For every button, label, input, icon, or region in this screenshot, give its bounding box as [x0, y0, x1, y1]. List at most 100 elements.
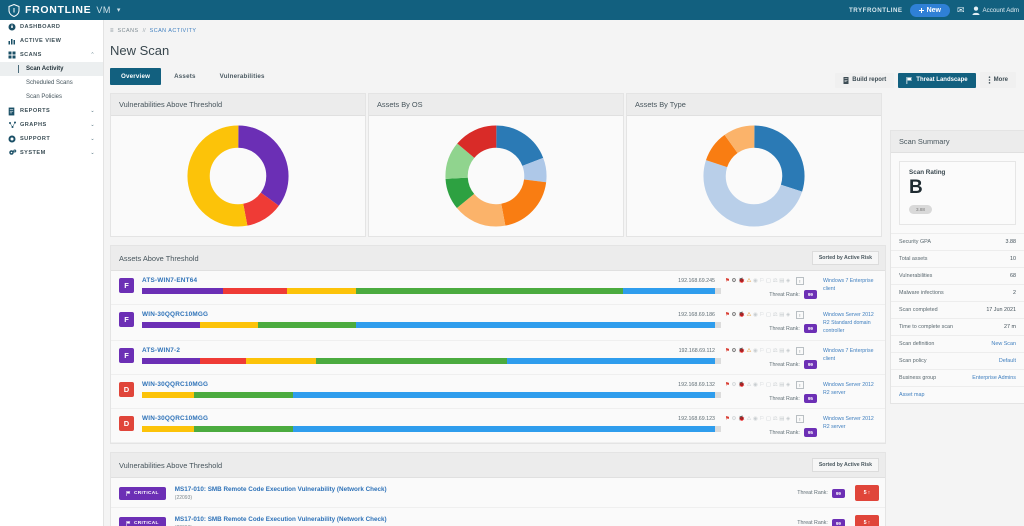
status-icon[interactable]: ◈ — [786, 278, 790, 284]
vulns-sort-button[interactable]: Sorted by Active Risk — [812, 458, 879, 472]
status-icon[interactable]: ◉ — [753, 416, 758, 422]
details-icon[interactable]: ! — [796, 381, 804, 389]
status-icon[interactable]: ▤ — [779, 416, 784, 422]
menu-icon[interactable]: ≡ — [110, 28, 114, 34]
vuln-count-trend[interactable]: 5↑ — [855, 485, 879, 501]
details-icon[interactable]: ! — [796, 277, 804, 285]
status-icon[interactable]: ▢ — [766, 278, 771, 284]
details-icon[interactable]: ! — [796, 415, 804, 423]
status-icon[interactable]: ⚖ — [773, 312, 778, 318]
chevron-down-icon[interactable]: ▾ — [117, 6, 121, 14]
brand-logo[interactable]: FRONTLINE VM ▾ — [0, 4, 120, 17]
summary-row-value[interactable]: Enterprise Admins — [972, 375, 1016, 381]
breadcrumb-root[interactable]: SCANS — [118, 28, 139, 34]
status-icon[interactable]: 🐞 — [738, 382, 745, 388]
account-menu[interactable]: Account Adm — [972, 6, 1019, 15]
asset-name-link[interactable]: ATS-WIN7-ENT64 — [142, 277, 197, 284]
sidebar-item-dashboard[interactable]: DASHBOARD — [0, 20, 103, 34]
table-row[interactable]: CRITICALMS17-010: SMB Remote Code Execut… — [111, 508, 885, 526]
breadcrumb-current[interactable]: SCAN ACTIVITY — [150, 28, 197, 34]
status-icon[interactable]: 🐞 — [738, 278, 745, 284]
status-icon[interactable]: ⚙ — [732, 312, 737, 318]
asset-name-link[interactable]: WIN-30QQRC10MGG — [142, 311, 208, 318]
status-icon[interactable]: ◈ — [786, 416, 790, 422]
status-icon[interactable]: ⚠ — [747, 382, 752, 388]
status-icon[interactable]: 🐞 — [738, 416, 745, 422]
summary-row-value[interactable]: New Scan — [991, 341, 1016, 347]
sidebar-item-scheduled-scans[interactable]: Scheduled Scans — [0, 76, 103, 90]
asset-os[interactable]: Windows 7 Enterprise client — [817, 277, 879, 299]
more-button[interactable]: More — [980, 72, 1016, 88]
asset-os[interactable]: Windows Server 2012 R2 server — [817, 381, 879, 403]
sidebar-item-active-view[interactable]: ACTIVE VIEW — [0, 34, 103, 48]
status-icon[interactable]: ⚑ — [725, 416, 730, 422]
status-icon[interactable]: ⚙ — [732, 382, 737, 388]
status-icon[interactable]: ⚖ — [773, 278, 778, 284]
status-icon[interactable]: ◉ — [753, 312, 758, 318]
status-icon[interactable]: ◉ — [753, 382, 758, 388]
tab-overview[interactable]: Overview — [110, 68, 161, 85]
sidebar-item-scan-policies[interactable]: Scan Policies — [0, 90, 103, 104]
status-icon[interactable]: ◈ — [786, 348, 790, 354]
table-row[interactable]: FATS-WIN7-ENT64192.168.69.245⚑⚙🐞⚠◉⚐▢⚖▤◈!… — [111, 271, 885, 305]
asset-os[interactable]: Windows 7 Enterprise client — [817, 347, 879, 369]
status-icon[interactable]: ◈ — [786, 312, 790, 318]
status-icon[interactable]: ⚐ — [759, 348, 764, 354]
asset-name-link[interactable]: ATS-WIN7-2 — [142, 347, 180, 354]
new-button[interactable]: New — [910, 4, 950, 17]
table-row[interactable]: CRITICALMS17-010: SMB Remote Code Execut… — [111, 478, 885, 508]
status-icon[interactable]: ▤ — [779, 348, 784, 354]
asset-name-link[interactable]: WIN-30QQRC10MGG — [142, 381, 208, 388]
status-icon[interactable]: ⚐ — [759, 312, 764, 318]
asset-map-link[interactable]: Asset map — [891, 386, 1024, 403]
table-row[interactable]: DWIN-30QQRC10MGG192.168.69.123⚑⚙🐞⚠◉⚐▢⚖▤◈… — [111, 409, 885, 443]
status-icon[interactable]: ⚠ — [747, 312, 752, 318]
status-icon[interactable]: ▤ — [779, 312, 784, 318]
status-icon[interactable]: 🐞 — [738, 348, 745, 354]
asset-os[interactable]: Windows Server 2012 R2 Standard domain c… — [817, 311, 879, 335]
tab-assets[interactable]: Assets — [163, 68, 207, 85]
status-icon[interactable]: ⚑ — [725, 348, 730, 354]
status-icon[interactable]: ⚖ — [773, 382, 778, 388]
assets-sort-button[interactable]: Sorted by Active Risk — [812, 251, 879, 265]
status-icon[interactable]: ⚙ — [732, 348, 737, 354]
status-icon[interactable]: ▤ — [779, 382, 784, 388]
status-icon[interactable]: ▢ — [766, 416, 771, 422]
sidebar-item-system[interactable]: SYSTEM ⌄ — [0, 146, 103, 160]
sidebar-item-scan-activity[interactable]: Scan Activity — [0, 62, 103, 76]
sidebar-item-reports[interactable]: REPORTS ⌄ — [0, 104, 103, 118]
status-icon[interactable]: 🐞 — [738, 312, 745, 318]
table-row[interactable]: DWIN-30QQRC10MGG192.168.69.132⚑⚙🐞⚠◉⚐▢⚖▤◈… — [111, 375, 885, 409]
vuln-name-link[interactable]: MS17-010: SMB Remote Code Execution Vuln… — [175, 486, 797, 493]
vuln-name-link[interactable]: MS17-010: SMB Remote Code Execution Vuln… — [175, 516, 797, 523]
tab-vulnerabilities[interactable]: Vulnerabilities — [209, 68, 276, 85]
status-icon[interactable]: ◉ — [753, 348, 758, 354]
table-row[interactable]: FATS-WIN7-2192.168.69.112⚑⚙🐞⚠◉⚐▢⚖▤◈!Thre… — [111, 341, 885, 375]
sidebar-item-scans[interactable]: SCANS ⌃ — [0, 48, 103, 62]
status-icon[interactable]: ◉ — [753, 278, 758, 284]
details-icon[interactable]: ! — [796, 311, 804, 319]
status-icon[interactable]: ⚐ — [759, 416, 764, 422]
status-icon[interactable]: ⚖ — [773, 348, 778, 354]
status-icon[interactable]: ⚐ — [759, 382, 764, 388]
details-icon[interactable]: ! — [796, 347, 804, 355]
status-icon[interactable]: ⚖ — [773, 416, 778, 422]
status-icon[interactable]: ⚑ — [725, 278, 730, 284]
table-row[interactable]: FWIN-30QQRC10MGG192.168.69.186⚑⚙🐞⚠◉⚐▢⚖▤◈… — [111, 305, 885, 341]
status-icon[interactable]: ⚐ — [759, 278, 764, 284]
sidebar-item-graphs[interactable]: GRAPHS ⌄ — [0, 118, 103, 132]
status-icon[interactable]: ◈ — [786, 382, 790, 388]
threat-landscape-button[interactable]: Threat Landscape — [898, 73, 975, 88]
vuln-count-trend[interactable]: 5↑ — [855, 515, 879, 526]
status-icon[interactable]: ▢ — [766, 348, 771, 354]
status-icon[interactable]: ⚠ — [747, 278, 752, 284]
sidebar-item-support[interactable]: SUPPORT ⌄ — [0, 132, 103, 146]
status-icon[interactable]: ⚑ — [725, 312, 730, 318]
status-icon[interactable]: ⚠ — [747, 416, 752, 422]
asset-name-link[interactable]: WIN-30QQRC10MGG — [142, 415, 208, 422]
status-icon[interactable]: ⚙ — [732, 416, 737, 422]
build-report-button[interactable]: Build report — [835, 73, 894, 88]
mail-icon[interactable]: ✉ — [957, 5, 965, 16]
status-icon[interactable]: ▢ — [766, 312, 771, 318]
status-icon[interactable]: ▤ — [779, 278, 784, 284]
